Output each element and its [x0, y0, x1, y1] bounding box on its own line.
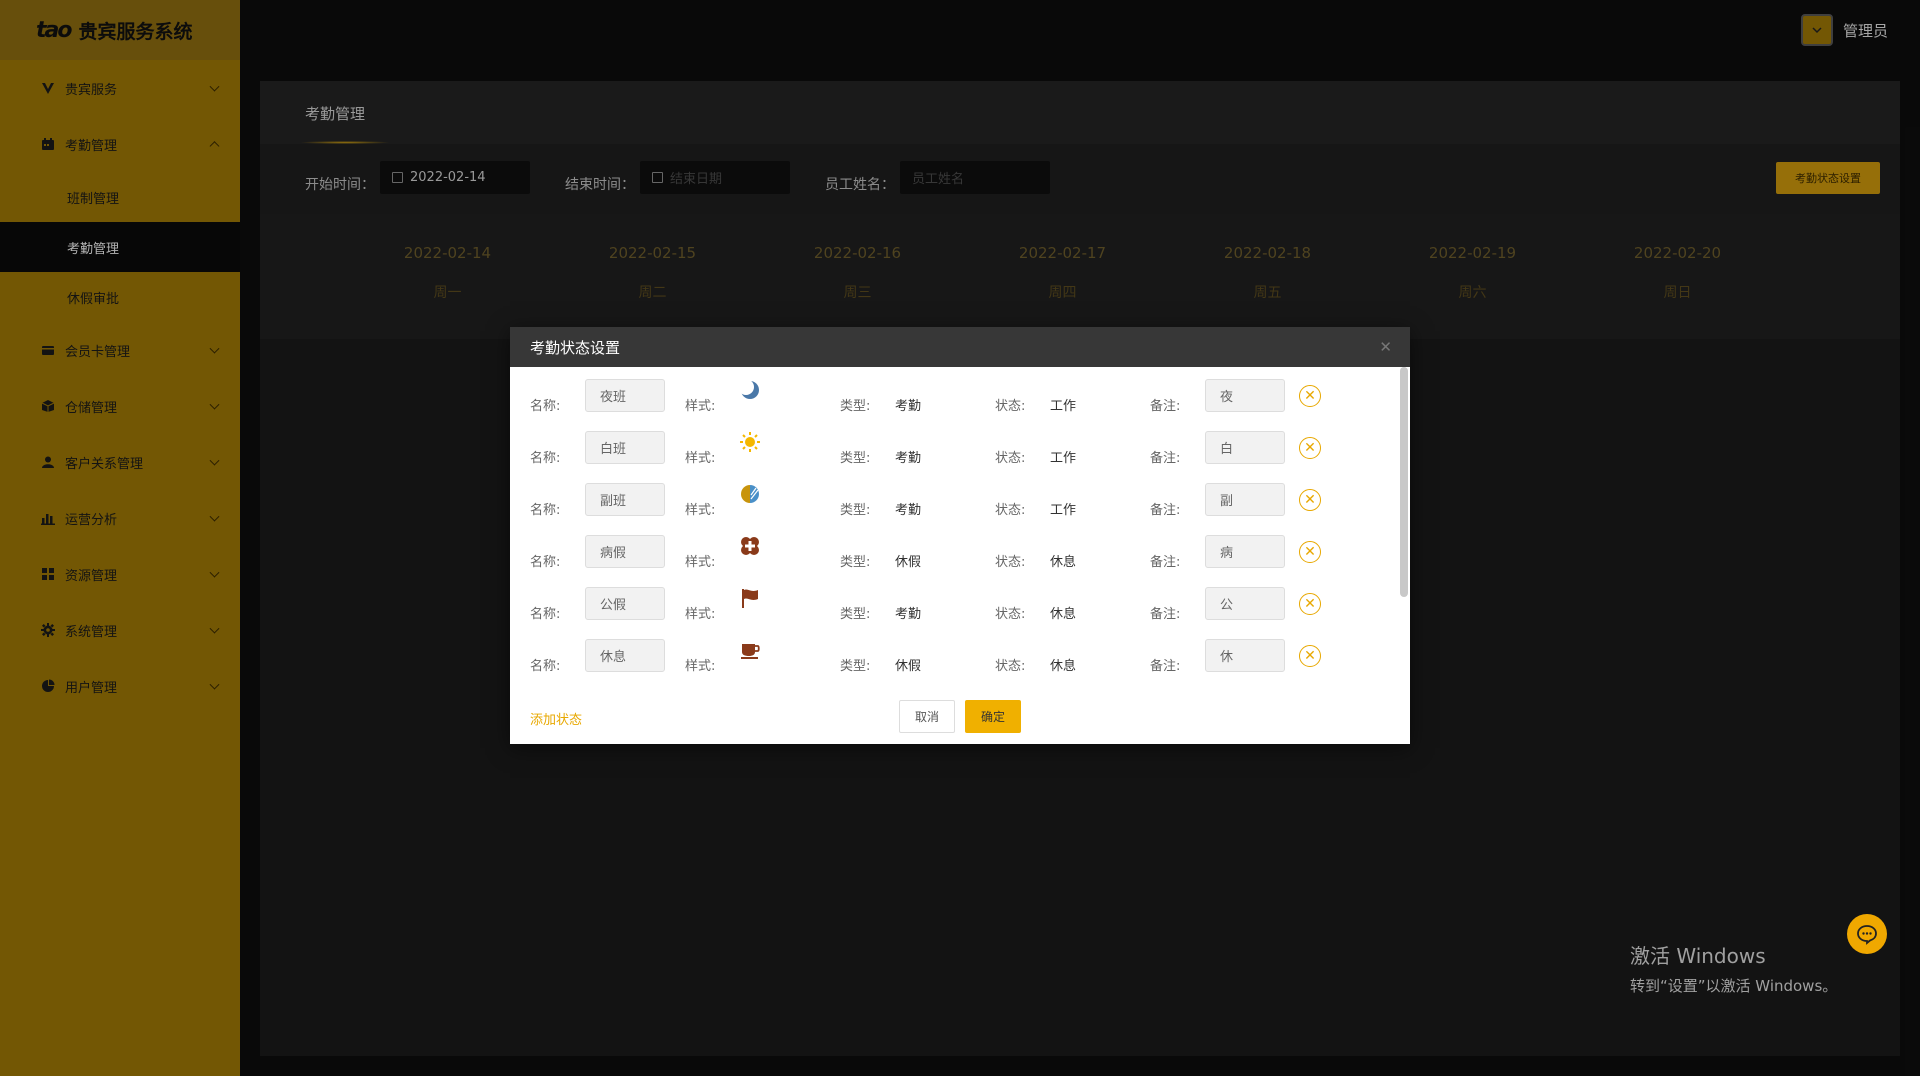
- type-label: 类型:: [840, 607, 871, 622]
- type-label: 类型:: [840, 555, 871, 570]
- status-type-value: 考勤: [895, 607, 922, 622]
- remove-icon[interactable]: ✕: [1299, 645, 1321, 667]
- close-icon[interactable]: ✕: [1379, 338, 1392, 356]
- modal-header: 考勤状态设置 ✕: [510, 327, 1410, 367]
- note-label: 备注:: [1150, 555, 1181, 570]
- status-type-value: 考勤: [895, 399, 922, 414]
- status-note-input[interactable]: 公: [1205, 587, 1285, 620]
- remove-icon[interactable]: ✕: [1299, 437, 1321, 459]
- state-label: 状态:: [995, 555, 1026, 570]
- moon-icon[interactable]: [738, 377, 762, 403]
- name-label: 名称:: [530, 399, 561, 414]
- state-label: 状态:: [995, 607, 1026, 622]
- status-row: 名称: 休息 样式: 类型: 休假 状态: 休息 备注: 休 ✕: [510, 637, 1390, 689]
- status-state-value: 工作: [1050, 451, 1077, 466]
- sun-icon[interactable]: [738, 429, 762, 455]
- style-label: 样式:: [685, 451, 716, 466]
- status-row: 名称: 病假 样式: 类型: 休假 状态: 休息 备注: 病 ✕: [510, 533, 1390, 585]
- confirm-button[interactable]: 确定: [965, 700, 1021, 733]
- status-note-input[interactable]: 副: [1205, 483, 1285, 516]
- note-label: 备注:: [1150, 399, 1181, 414]
- status-note-input[interactable]: 夜: [1205, 379, 1285, 412]
- status-row: 名称: 公假 样式: 类型: 考勤 状态: 休息 备注: 公 ✕: [510, 585, 1390, 637]
- type-label: 类型:: [840, 451, 871, 466]
- state-label: 状态:: [995, 659, 1026, 674]
- status-type-value: 考勤: [895, 503, 922, 518]
- status-state-value: 工作: [1050, 399, 1077, 414]
- add-status-link[interactable]: 添加状态: [530, 709, 582, 728]
- status-type-value: 休假: [895, 555, 922, 570]
- name-label: 名称:: [530, 451, 561, 466]
- state-label: 状态:: [995, 399, 1026, 414]
- name-label: 名称:: [530, 503, 561, 518]
- style-label: 样式:: [685, 399, 716, 414]
- medical-cross-icon[interactable]: [738, 533, 762, 559]
- note-label: 备注:: [1150, 503, 1181, 518]
- status-row: 名称: 夜班 样式: 类型: 考勤 状态: 工作 备注: 夜 ✕: [510, 377, 1390, 429]
- chat-button[interactable]: [1847, 914, 1887, 954]
- status-state-value: 休息: [1050, 659, 1077, 674]
- note-label: 备注:: [1150, 607, 1181, 622]
- attendance-status-modal: 考勤状态设置 ✕ 名称: 夜班 样式: 类型: 考勤 状态: 工作 备注: 夜 …: [510, 327, 1410, 744]
- state-label: 状态:: [995, 503, 1026, 518]
- windows-activation-watermark: 激活 Windows 转到“设置”以激活 Windows。: [1630, 940, 1837, 996]
- status-name-input[interactable]: 公假: [585, 587, 665, 620]
- chat-icon: [1857, 925, 1877, 945]
- modal-body: 名称: 夜班 样式: 类型: 考勤 状态: 工作 备注: 夜 ✕ 名称: 白班 …: [510, 367, 1410, 697]
- status-note-input[interactable]: 休: [1205, 639, 1285, 672]
- remove-icon[interactable]: ✕: [1299, 385, 1321, 407]
- modal-title: 考勤状态设置: [530, 338, 621, 357]
- status-name-input[interactable]: 夜班: [585, 379, 665, 412]
- status-name-input[interactable]: 副班: [585, 483, 665, 516]
- status-state-value: 休息: [1050, 607, 1077, 622]
- style-label: 样式:: [685, 659, 716, 674]
- state-label: 状态:: [995, 451, 1026, 466]
- watermark-title: 激活 Windows: [1630, 944, 1766, 968]
- half-circle-icon[interactable]: [738, 481, 762, 507]
- remove-icon[interactable]: ✕: [1299, 489, 1321, 511]
- status-type-value: 休假: [895, 659, 922, 674]
- coffee-icon[interactable]: [738, 637, 762, 663]
- status-state-value: 休息: [1050, 555, 1077, 570]
- style-label: 样式:: [685, 555, 716, 570]
- status-state-value: 工作: [1050, 503, 1077, 518]
- type-label: 类型:: [840, 503, 871, 518]
- remove-icon[interactable]: ✕: [1299, 541, 1321, 563]
- status-name-input[interactable]: 病假: [585, 535, 665, 568]
- status-type-value: 考勤: [895, 451, 922, 466]
- status-note-input[interactable]: 白: [1205, 431, 1285, 464]
- name-label: 名称:: [530, 659, 561, 674]
- status-row: 名称: 白班 样式: 类型: 考勤 状态: 工作 备注: 白 ✕: [510, 429, 1390, 481]
- style-label: 样式:: [685, 503, 716, 518]
- name-label: 名称:: [530, 607, 561, 622]
- status-note-input[interactable]: 病: [1205, 535, 1285, 568]
- type-label: 类型:: [840, 659, 871, 674]
- cancel-button[interactable]: 取消: [899, 700, 955, 733]
- remove-icon[interactable]: ✕: [1299, 593, 1321, 615]
- flag-icon[interactable]: [738, 585, 762, 611]
- style-label: 样式:: [685, 607, 716, 622]
- watermark-subtitle: 转到“设置”以激活 Windows。: [1630, 977, 1838, 995]
- modal-scrollbar[interactable]: [1400, 367, 1408, 597]
- name-label: 名称:: [530, 555, 561, 570]
- type-label: 类型:: [840, 399, 871, 414]
- modal-footer: 添加状态 取消 确定: [510, 697, 1410, 744]
- note-label: 备注:: [1150, 451, 1181, 466]
- status-name-input[interactable]: 白班: [585, 431, 665, 464]
- status-row: 名称: 副班 样式: 类型: 考勤 状态: 工作 备注: 副 ✕: [510, 481, 1390, 533]
- note-label: 备注:: [1150, 659, 1181, 674]
- status-name-input[interactable]: 休息: [585, 639, 665, 672]
